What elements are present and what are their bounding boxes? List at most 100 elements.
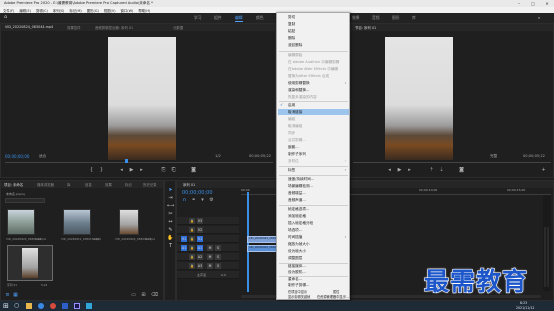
source-fit-select[interactable]: 适合 — [39, 154, 46, 159]
menu-item-label[interactable]: 标签 — [288, 168, 295, 173]
track-label[interactable]: A2 — [197, 254, 203, 260]
camera-icon[interactable]: ◙ — [191, 168, 196, 173]
project-item-thumbnail[interactable] — [63, 209, 91, 235]
tab-libraries[interactable]: 库 — [67, 182, 70, 187]
menu-item-ungroup[interactable]: 取消编组 — [288, 124, 302, 129]
selection-tool-icon[interactable]: ➤ — [167, 187, 174, 193]
source-patch-v1[interactable]: V1 — [181, 236, 187, 242]
workspace-editing[interactable]: 编辑 — [235, 15, 243, 22]
lift-icon[interactable]: ⇡ — [429, 168, 434, 173]
menu-marker[interactable]: 标记(M) — [69, 8, 81, 13]
menu-item-restore-unrendered[interactable]: 恢复未渲染的内容 — [288, 95, 317, 100]
menu-item-edit-original[interactable]: 编辑原始 — [288, 53, 302, 58]
overwrite-icon[interactable]: ⎗ — [171, 168, 176, 173]
premiere-taskbar-icon[interactable] — [74, 303, 80, 309]
track-lock-icon[interactable]: 🔒 — [189, 218, 195, 224]
mute-button[interactable]: M — [207, 254, 213, 260]
workspace-audio[interactable]: 音频 — [372, 15, 380, 21]
menu-item-multi-camera[interactable]: 多机位 — [288, 159, 299, 164]
workspace-graphics[interactable]: 图形 — [392, 15, 400, 21]
track-lock-icon[interactable]: 🔒 — [189, 263, 195, 269]
menu-item-edit-in-after-effects[interactable]: 在Adobe After Effects 中编辑 — [288, 67, 338, 72]
menu-item-adjustment-layer[interactable]: 调整图层 — [288, 256, 302, 261]
menu-item-ripple-delete[interactable]: 波纹删除 — [288, 43, 302, 48]
menu-item-merge-clips[interactable]: 合并剪辑... — [288, 138, 306, 143]
program-add-icon[interactable]: + — [541, 168, 546, 173]
menu-graphics[interactable]: 图形(G) — [87, 8, 99, 13]
track-label[interactable]: V1 — [197, 236, 203, 242]
menu-item-show-clip-keyframes[interactable]: 显示剪辑关键帧 — [288, 294, 310, 299]
menu-help[interactable]: 帮助(H) — [138, 8, 150, 13]
menu-item-replace-with-clip[interactable]: 使用剪辑替换 — [288, 81, 310, 86]
razor-icon[interactable]: ✂ — [167, 211, 174, 217]
type-tool-icon[interactable]: T — [167, 243, 174, 249]
tab-metadata[interactable]: 元数据 — [173, 25, 183, 30]
mark-in-icon[interactable]: { — [89, 168, 94, 173]
menu-item-field-options[interactable]: 场选项... — [288, 228, 302, 233]
menu-item-make-subsequence[interactable]: 制作子序列 — [288, 152, 306, 157]
track-label[interactable]: A1 — [197, 245, 203, 251]
menu-item-scale-to-frame[interactable]: 缩放为帧大小 — [288, 242, 310, 247]
tab-info[interactable]: 信息 — [85, 182, 92, 187]
hand-tool-icon[interactable]: ✋ — [167, 235, 174, 241]
menu-item-time-interpolation[interactable]: 时间插值 — [288, 235, 302, 240]
menu-item-frame-hold-options[interactable]: 帧定格选项... — [288, 207, 309, 212]
menu-item-properties[interactable]: 属性 — [333, 289, 339, 294]
menu-item-unlink[interactable]: 取消链接 — [288, 110, 302, 115]
add-marker-icon[interactable]: ▾ — [200, 198, 205, 203]
slip-tool-icon[interactable]: ↔ — [167, 219, 174, 225]
program-step-forward-icon[interactable]: ▸ — [407, 168, 412, 173]
track-label[interactable]: V2 — [197, 227, 203, 233]
step-forward-icon[interactable]: ▸ — [139, 168, 144, 173]
sequence-thumbnail[interactable] — [7, 245, 53, 281]
wrench-icon[interactable]: ⚙ — [209, 198, 214, 203]
track-select-icon[interactable]: ⇥ — [167, 195, 174, 201]
search-icon[interactable]: ⌕ — [538, 15, 540, 20]
solo-button[interactable]: S — [215, 254, 221, 260]
workspace-color[interactable]: 颜色 — [256, 15, 264, 21]
workspace-assembly[interactable]: 组件 — [214, 15, 222, 21]
new-item-icon[interactable]: ⊞ — [141, 293, 146, 298]
linked-selection-icon[interactable]: ⚭ — [191, 198, 196, 203]
taskbar-search-icon[interactable]: ○ — [14, 302, 19, 309]
tab-sequence[interactable]: 序列 01 — [183, 182, 195, 187]
menu-item-speed-duration[interactable]: 速度/持续时间... — [288, 177, 314, 182]
menu-item-paste[interactable]: 粘贴 — [288, 29, 295, 34]
menu-item-group[interactable]: 编组 — [288, 117, 295, 122]
tab-audio-clip-mixer[interactable]: 音频剪辑混合器: 序列 01 — [95, 25, 133, 30]
windows-start-icon[interactable]: ⊞ — [3, 302, 9, 310]
menu-item-audio-gain[interactable]: 音频增益... — [288, 191, 306, 196]
home-icon[interactable]: ⌂ — [4, 14, 7, 20]
menu-item-enable[interactable]: 启用 — [288, 103, 295, 108]
source-timecode[interactable]: 00;00;00;00 — [5, 154, 29, 159]
chrome-browser-icon[interactable] — [50, 303, 56, 309]
tab-markers[interactable]: 标记 — [125, 182, 132, 187]
track-lock-icon[interactable]: 🔒 — [189, 245, 195, 251]
timeline-timecode[interactable]: 00;00;00;00 — [182, 190, 213, 196]
menu-item-clear[interactable]: 删除 — [288, 36, 295, 41]
menu-sequence[interactable]: 序列(S) — [53, 8, 65, 13]
tab-project[interactable]: 项目: 未命名 — [4, 182, 23, 187]
project-search-input[interactable] — [5, 198, 45, 203]
source-patch-a1[interactable]: A1 — [181, 245, 187, 251]
track-lock-icon[interactable]: 🔒 — [189, 236, 195, 242]
track-lock-icon[interactable]: 🔒 — [189, 254, 195, 260]
snap-icon[interactable]: ∩ — [182, 198, 187, 203]
tab-program[interactable]: 节目: 序列 01 — [355, 25, 376, 30]
icon-view-icon[interactable]: ▦ — [13, 293, 18, 298]
menu-item-insert-frame-hold[interactable]: 插入帧定格分段 — [288, 221, 313, 226]
menu-edit[interactable]: 编辑(E) — [19, 8, 31, 13]
solo-button[interactable]: S — [215, 263, 221, 269]
menu-clip[interactable]: 剪辑(C) — [36, 8, 48, 13]
workspace-effects[interactable]: 效果 — [352, 15, 360, 21]
menu-item-cut[interactable]: 剪切 — [288, 15, 295, 20]
menu-item-set-to-frame[interactable]: 设为帧大小 — [288, 249, 306, 254]
step-back-icon[interactable]: ◂ — [119, 168, 124, 173]
menu-item-edit-in-audition[interactable]: 在 Adobe Audition 中编辑剪辑 — [288, 60, 339, 65]
menu-item-rename[interactable]: 重命名... — [288, 277, 302, 282]
list-view-icon[interactable]: ≡ — [5, 293, 10, 298]
menu-item-render-and-replace[interactable]: 渲染和替换... — [288, 88, 309, 93]
insert-icon[interactable]: ⎘ — [161, 168, 166, 173]
menu-item-copy[interactable]: 复制 — [288, 22, 295, 27]
play-icon[interactable]: ▶ — [129, 168, 134, 173]
